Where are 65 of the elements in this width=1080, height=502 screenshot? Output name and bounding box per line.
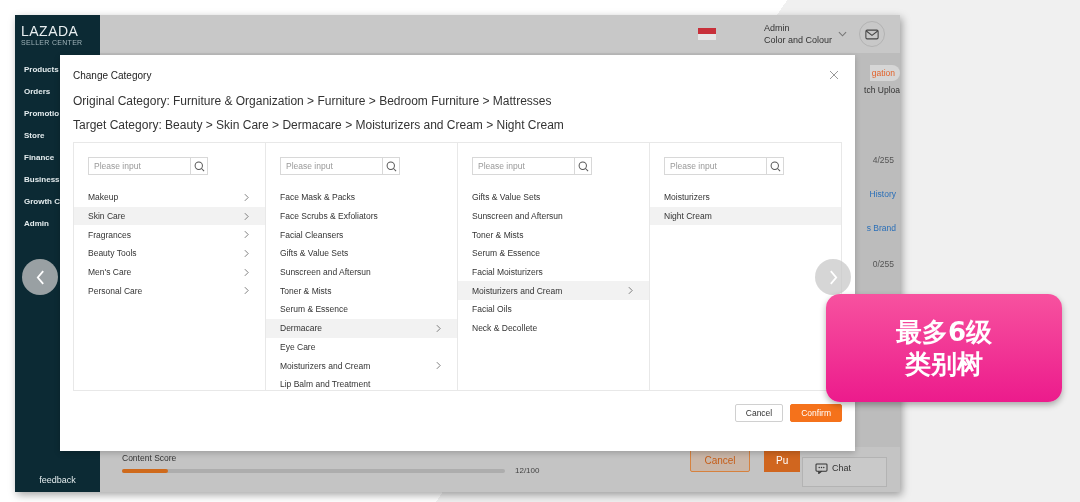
search-button[interactable]: [766, 157, 784, 175]
user-name[interactable]: Color and Colour: [763, 34, 832, 46]
mail-button[interactable]: [859, 21, 885, 47]
category-item[interactable]: Toner & Mists: [266, 281, 457, 301]
chat-icon: [815, 463, 828, 474]
category-item[interactable]: Serum & Essence: [266, 300, 457, 319]
score-reading: 12/100: [515, 466, 540, 475]
chat-button[interactable]: Chat: [802, 457, 887, 487]
category-item[interactable]: Lip Balm and Treatment: [266, 374, 457, 390]
feedback-link[interactable]: feedback: [15, 475, 100, 492]
category-item[interactable]: Skin Care: [74, 206, 265, 226]
search-button[interactable]: [382, 157, 400, 175]
cancel-button[interactable]: Cancel: [734, 404, 784, 422]
chevron-right-icon: [436, 323, 441, 333]
category-item[interactable]: Moisturizers and Cream: [458, 281, 649, 301]
button-label[interactable]: tch Uploa: [864, 85, 900, 95]
callout-text: 最多6级: [895, 316, 993, 348]
category-item[interactable]: Moisturizers and Cream: [266, 356, 457, 375]
search-icon: [385, 160, 397, 172]
category-item[interactable]: Makeup: [74, 188, 265, 207]
category-item[interactable]: Facial Moisturizers: [458, 262, 649, 282]
category-item[interactable]: Sunscreen and Aftersun: [458, 206, 649, 226]
callout-text: 类别树: [905, 348, 983, 380]
dialog-title: Change Category: [73, 69, 152, 81]
category-item[interactable]: Neck & Decollete: [458, 318, 649, 338]
logo-text: LAZADA: [21, 23, 80, 39]
category-item[interactable]: Face Scrubs & Exfoliators: [266, 206, 457, 226]
character-counter[interactable]: 0/255: [872, 259, 900, 269]
category-item[interactable]: Serum & Essence: [458, 244, 649, 263]
category-item[interactable]: Sunscreen and Aftersun: [266, 262, 457, 282]
target-category-text: Target Category: Beauty > Skin Care > Dermacare > Moisturizers and Cream > Night Cream: [73, 118, 565, 132]
category-item[interactable]: Moisturizers: [650, 188, 841, 207]
search-button[interactable]: [190, 157, 208, 175]
category-item[interactable]: Eye Care: [266, 337, 457, 357]
chevron-right-icon: [436, 361, 441, 371]
category-item[interactable]: Facial Oils: [458, 300, 649, 319]
category-item[interactable]: Gifts & Value Sets: [458, 188, 649, 207]
search-button[interactable]: [574, 157, 592, 175]
content-score-label: Content Score: [122, 453, 178, 463]
user-role: Admin: [763, 22, 791, 34]
search-field[interactable]: Please input: [88, 157, 190, 175]
category-item[interactable]: Facial Cleansers: [266, 225, 457, 245]
mail-icon: [865, 28, 879, 40]
search-field[interactable]: Please input: [472, 157, 574, 175]
category-item[interactable]: Dermacare: [266, 318, 457, 338]
category-item[interactable]: Night Cream: [650, 206, 841, 226]
search-field[interactable]: Please input: [280, 157, 382, 175]
original-category-text: Original Category: Furniture & Organization > Furniture > Bedroom Furniture > Mattresses: [73, 94, 553, 108]
search-icon: [769, 160, 781, 172]
chevron-right-icon: [628, 286, 633, 296]
character-counter[interactable]: 4/255: [872, 155, 900, 165]
category-item[interactable]: Fragrances: [74, 225, 265, 245]
chevron-right-icon: [828, 269, 838, 285]
search-field[interactable]: Please input: [664, 157, 766, 175]
search-icon: [577, 160, 589, 172]
category-item[interactable]: Men's Care: [74, 262, 265, 282]
category-item[interactable]: Gifts & Value Sets: [266, 244, 457, 263]
chevron-left-icon: [35, 269, 45, 285]
flag-icon[interactable]: [697, 28, 716, 40]
close-icon[interactable]: [829, 70, 839, 80]
category-item[interactable]: Beauty Tools: [74, 244, 265, 263]
category-item[interactable]: Toner & Mists: [458, 225, 649, 245]
category-item[interactable]: Personal Care: [74, 281, 265, 301]
category-item[interactable]: Face Mask & Packs: [266, 188, 457, 207]
search-icon: [193, 160, 205, 172]
